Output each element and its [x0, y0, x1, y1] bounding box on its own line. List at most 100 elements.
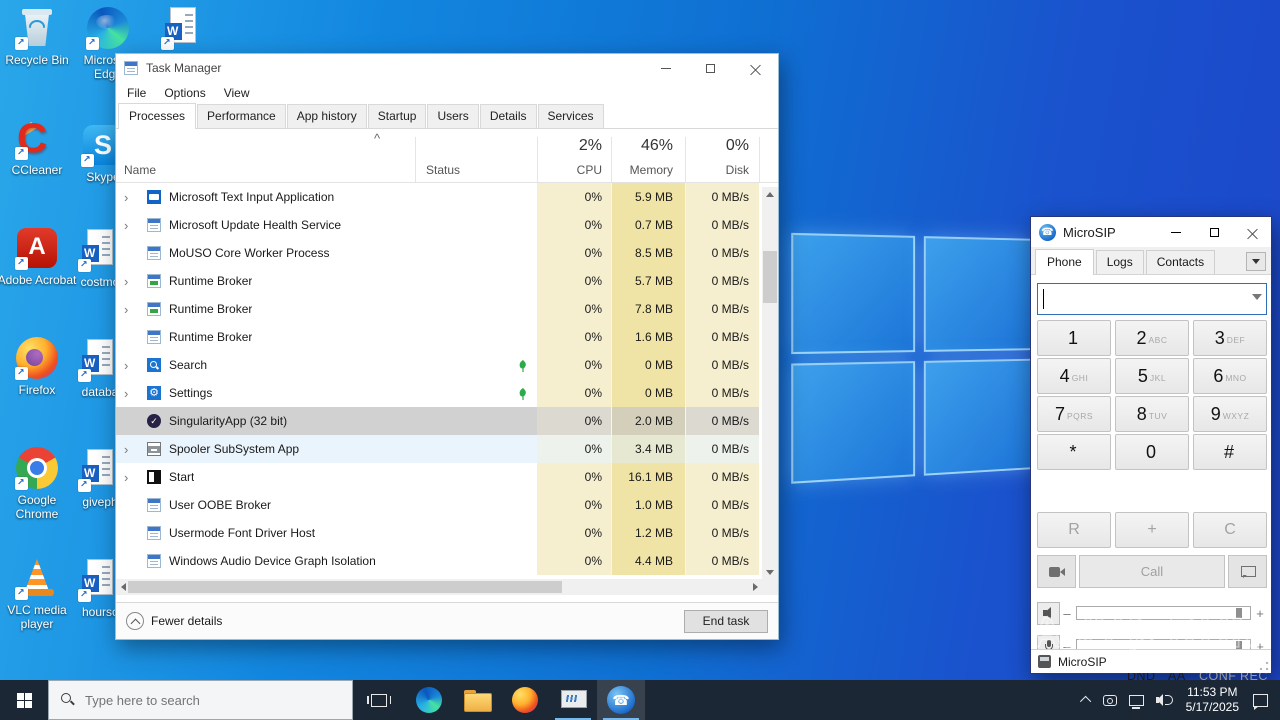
process-row[interactable]: › Microsoft Update Health Service 0% 0.7… — [116, 211, 764, 239]
dialpad-key[interactable]: 3 DEF — [1193, 320, 1267, 356]
dialpad-key[interactable]: # — [1193, 434, 1267, 470]
taskbar-search[interactable] — [48, 680, 353, 720]
dialpad-key[interactable]: * — [1037, 434, 1111, 470]
scroll-up-button[interactable] — [762, 187, 778, 201]
close-button[interactable] — [1233, 217, 1271, 247]
expand-chevron-icon[interactable]: › — [124, 218, 138, 233]
account-menu-dropdown[interactable] — [1246, 252, 1266, 271]
dialpad-key[interactable]: 9 WXYZ — [1193, 396, 1267, 432]
menu-view[interactable]: View — [215, 86, 259, 100]
task-manager-tab[interactable]: Processes — [118, 103, 197, 129]
task-manager-titlebar[interactable]: Task Manager — [116, 54, 778, 82]
process-row[interactable]: › Runtime Broker 0% 7.8 MB 0 MB/s — [116, 295, 764, 323]
resize-grip[interactable] — [1259, 661, 1269, 671]
process-row[interactable]: › Runtime Broker 0% 5.7 MB 0 MB/s — [116, 267, 764, 295]
task-manager-tab[interactable]: Services — [537, 104, 604, 128]
taskbar-microsip-button[interactable] — [597, 680, 645, 720]
process-row[interactable]: › Start 0% 16.1 MB 0 MB/s — [116, 463, 764, 491]
microsip-tab[interactable]: Contacts — [1145, 250, 1216, 274]
process-row[interactable]: Usermode Font Driver Host 0% 1.2 MB 0 MB… — [116, 519, 764, 547]
volume-down[interactable]: – — [1060, 606, 1074, 621]
process-row[interactable]: MoUSO Core Worker Process 0% 8.5 MB 0 MB… — [116, 239, 764, 267]
taskbar-clock[interactable]: 11:53 PM 5/17/2025 — [1178, 685, 1247, 715]
end-task-button[interactable]: End task — [684, 609, 768, 633]
expand-chevron-icon[interactable]: › — [124, 302, 138, 317]
dialpad-function-key[interactable]: R — [1037, 512, 1111, 548]
dialpad-key[interactable]: 6 MNO — [1193, 358, 1267, 394]
taskbar-edge-button[interactable] — [405, 680, 453, 720]
close-button[interactable] — [733, 54, 778, 82]
process-row[interactable]: SingularityApp (32 bit) 0% 2.0 MB 0 MB/s — [116, 407, 764, 435]
dialpad-key[interactable]: 1 — [1037, 320, 1111, 356]
call-button[interactable]: Call — [1079, 555, 1225, 588]
task-manager-tab[interactable]: Performance — [197, 104, 286, 128]
scroll-right-button[interactable] — [748, 579, 762, 595]
process-row[interactable]: › Microsoft Text Input Application 0% 5.… — [116, 183, 764, 211]
expand-chevron-icon[interactable]: › — [124, 274, 138, 289]
volume-up[interactable]: + — [1253, 606, 1267, 621]
dialpad-function-key[interactable]: + — [1115, 512, 1189, 548]
menu-file[interactable]: File — [118, 86, 155, 100]
task-manager-tab[interactable]: Details — [479, 104, 537, 128]
start-button[interactable] — [0, 680, 48, 720]
column-disk[interactable]: Disk — [685, 163, 749, 177]
desktop-icon[interactable] — [143, 6, 223, 53]
process-row[interactable]: Windows Audio Device Graph Isolation 0% … — [116, 547, 764, 575]
fewer-details-toggle[interactable]: Fewer details — [151, 614, 222, 628]
task-manager-tab[interactable]: Startup — [367, 104, 427, 128]
process-row[interactable]: › Search 0% 0 MB 0 MB/s — [116, 351, 764, 379]
process-row[interactable]: › Settings 0% 0 MB 0 MB/s — [116, 379, 764, 407]
desktop-icon[interactable]: Recycle Bin — [0, 6, 77, 67]
dialpad-key[interactable]: 8 TUV — [1115, 396, 1189, 432]
menu-options[interactable]: Options — [155, 86, 214, 100]
column-memory[interactable]: Memory — [611, 163, 673, 177]
slider-thumb[interactable] — [1236, 608, 1242, 618]
horizontal-scrollbar-thumb[interactable] — [128, 581, 562, 593]
column-separator[interactable] — [415, 137, 416, 182]
vertical-scrollbar[interactable] — [762, 187, 778, 579]
dialpad-key[interactable]: 2 ABC — [1115, 320, 1189, 356]
tray-camera-button[interactable] — [1097, 680, 1123, 720]
column-separator[interactable] — [759, 137, 760, 182]
minimize-button[interactable] — [643, 54, 688, 82]
column-cpu[interactable]: CPU — [537, 163, 602, 177]
task-manager-tab[interactable]: App history — [286, 104, 367, 128]
process-row[interactable]: Runtime Broker 0% 1.6 MB 0 MB/s — [116, 323, 764, 351]
dialpad-key[interactable]: 0 — [1115, 434, 1189, 470]
search-input[interactable] — [85, 692, 335, 708]
fewer-details-icon[interactable] — [126, 612, 144, 630]
microsip-tab[interactable]: Phone — [1035, 249, 1094, 275]
taskbar-file-explorer-button[interactable] — [453, 680, 501, 720]
speaker-volume-slider[interactable] — [1076, 606, 1251, 620]
task-manager-tab[interactable]: Users — [427, 104, 479, 128]
message-button[interactable] — [1228, 555, 1267, 588]
maximize-button[interactable] — [688, 54, 733, 82]
vertical-scrollbar-thumb[interactable] — [763, 251, 777, 303]
minimize-button[interactable] — [1157, 217, 1195, 247]
dialpad-key[interactable]: 7 PQRS — [1037, 396, 1111, 432]
expand-chevron-icon[interactable]: › — [124, 386, 138, 401]
chevron-down-icon[interactable] — [1252, 294, 1262, 300]
expand-chevron-icon[interactable]: › — [124, 190, 138, 205]
column-name[interactable]: Name — [124, 163, 156, 177]
dialpad-function-key[interactable]: C — [1193, 512, 1267, 548]
tray-network-button[interactable] — [1123, 680, 1150, 720]
microsip-tab[interactable]: Logs — [1095, 250, 1144, 274]
column-status[interactable]: Status — [426, 163, 460, 177]
number-input[interactable] — [1037, 283, 1267, 315]
scroll-down-button[interactable] — [762, 565, 778, 579]
taskbar-firefox-button[interactable] — [501, 680, 549, 720]
show-hidden-icons-button[interactable] — [1077, 680, 1097, 720]
taskbar-task-manager-button[interactable] — [549, 680, 597, 720]
microsip-titlebar[interactable]: MicroSIP — [1031, 217, 1271, 247]
horizontal-scrollbar[interactable] — [116, 579, 778, 595]
tray-volume-button[interactable] — [1150, 680, 1178, 720]
dialpad-key[interactable]: 4 GHI — [1037, 358, 1111, 394]
process-row[interactable]: User OOBE Broker 0% 1.0 MB 0 MB/s — [116, 491, 764, 519]
expand-chevron-icon[interactable]: › — [124, 470, 138, 485]
expand-chevron-icon[interactable]: › — [124, 442, 138, 457]
video-call-button[interactable] — [1037, 555, 1076, 588]
task-view-button[interactable] — [355, 680, 403, 720]
dialpad-key[interactable]: 5 JKL — [1115, 358, 1189, 394]
process-row[interactable]: › Spooler SubSystem App 0% 3.4 MB 0 MB/s — [116, 435, 764, 463]
